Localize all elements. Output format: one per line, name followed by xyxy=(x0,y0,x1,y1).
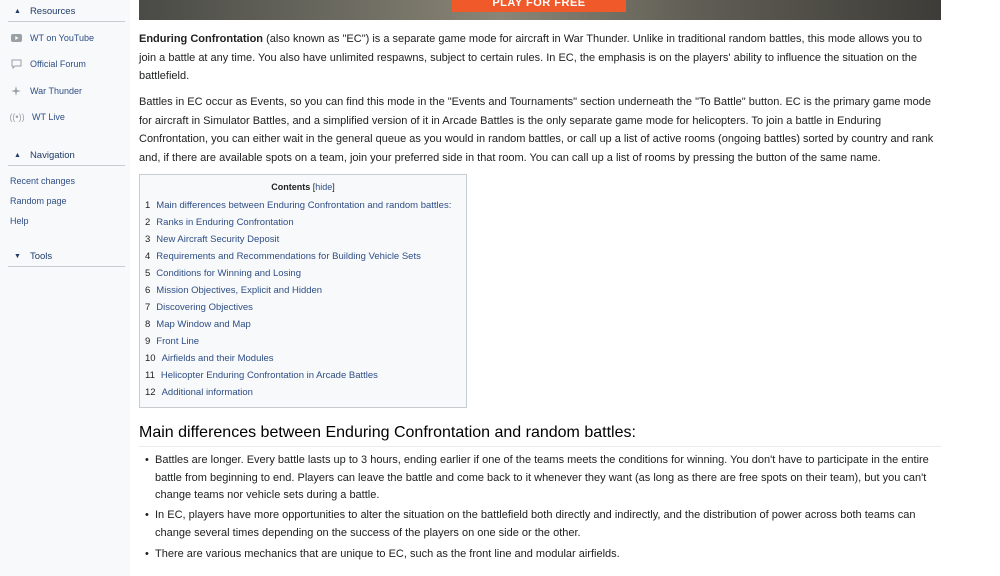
article-subject: Enduring Confrontation xyxy=(139,33,264,45)
toc-item[interactable]: 4 Requirements and Recommendations for Bu… xyxy=(145,251,421,262)
intro-paragraph-1: Enduring Confrontation (also known as "E… xyxy=(139,33,922,83)
resources-section-toggle[interactable]: ▲ Resources xyxy=(8,1,125,22)
section-heading: Main differences between Enduring Confro… xyxy=(139,424,941,447)
list-item: There are various mechanics that are uni… xyxy=(143,546,943,564)
toc-item[interactable]: 11 Helicopter Enduring Confrontation in A… xyxy=(145,370,378,381)
play-for-free-button[interactable]: PLAY FOR FREE xyxy=(452,0,626,12)
toc-item[interactable]: 8 Map Window and Map xyxy=(145,319,251,330)
tools-section-toggle[interactable]: ▼ Tools xyxy=(8,246,125,267)
youtube-icon xyxy=(10,33,22,43)
sidebar-item-recent-changes[interactable]: Recent changes xyxy=(10,176,75,186)
list-item: In EC, players have more opportunities t… xyxy=(143,507,943,542)
list-item: Battles are longer. Every battle lasts u… xyxy=(143,452,943,505)
forum-icon xyxy=(10,59,22,69)
live-icon: ((•)) xyxy=(9,112,25,122)
sidebar-item-youtube[interactable]: WT on YouTube xyxy=(10,33,94,43)
sidebar-item-help[interactable]: Help xyxy=(10,216,29,226)
toc-item[interactable]: 3 New Aircraft Security Deposit xyxy=(145,234,279,245)
toc-item[interactable]: 1 Main differences between Enduring Confr… xyxy=(145,200,451,211)
toc-item[interactable]: 7 Discovering Objectives xyxy=(145,302,253,313)
main-content: PLAY FOR FREE Enduring Confrontation (al… xyxy=(130,0,1000,576)
toc-item[interactable]: 9 Front Line xyxy=(145,336,199,347)
toc-title: Contents [hide] xyxy=(271,182,335,192)
navigation-heading: Navigation xyxy=(29,149,75,161)
sidebar-item-wt-live[interactable]: ((•)) WT Live xyxy=(9,112,64,122)
sidebar-item-forum[interactable]: Official Forum xyxy=(10,59,86,69)
toc-item[interactable]: 6 Mission Objectives, Explicit and Hidden xyxy=(145,285,322,296)
toc-item[interactable]: 5 Conditions for Winning and Losing xyxy=(145,268,301,279)
toc-item[interactable]: 12 Additional information xyxy=(145,387,253,398)
sidebar: ▲ Resources WT on YouTube Official Forum… xyxy=(0,0,130,576)
toc-item[interactable]: 10 Airfields and their Modules xyxy=(145,353,274,364)
resources-heading: Resources xyxy=(29,5,76,17)
toc-hide-link[interactable]: hide xyxy=(315,182,332,192)
sidebar-item-random-page[interactable]: Random page xyxy=(10,196,67,206)
war-thunder-icon xyxy=(10,86,22,96)
toc-item[interactable]: 2 Ranks in Enduring Confrontation xyxy=(145,217,294,228)
table-of-contents: Contents [hide] 1 Main differences betwee… xyxy=(139,174,467,408)
intro-paragraph-2: Battles in EC occur as Events, so you ca… xyxy=(139,96,934,165)
promo-banner: PLAY FOR FREE xyxy=(139,0,941,20)
sidebar-item-war-thunder[interactable]: War Thunder xyxy=(10,86,82,96)
expand-triangle-icon: ▼ xyxy=(14,252,21,260)
navigation-section-toggle[interactable]: ▲ Navigation xyxy=(8,145,125,166)
collapse-triangle-icon: ▲ xyxy=(14,7,21,15)
collapse-triangle-icon: ▲ xyxy=(14,151,21,159)
tools-heading: Tools xyxy=(29,250,53,262)
